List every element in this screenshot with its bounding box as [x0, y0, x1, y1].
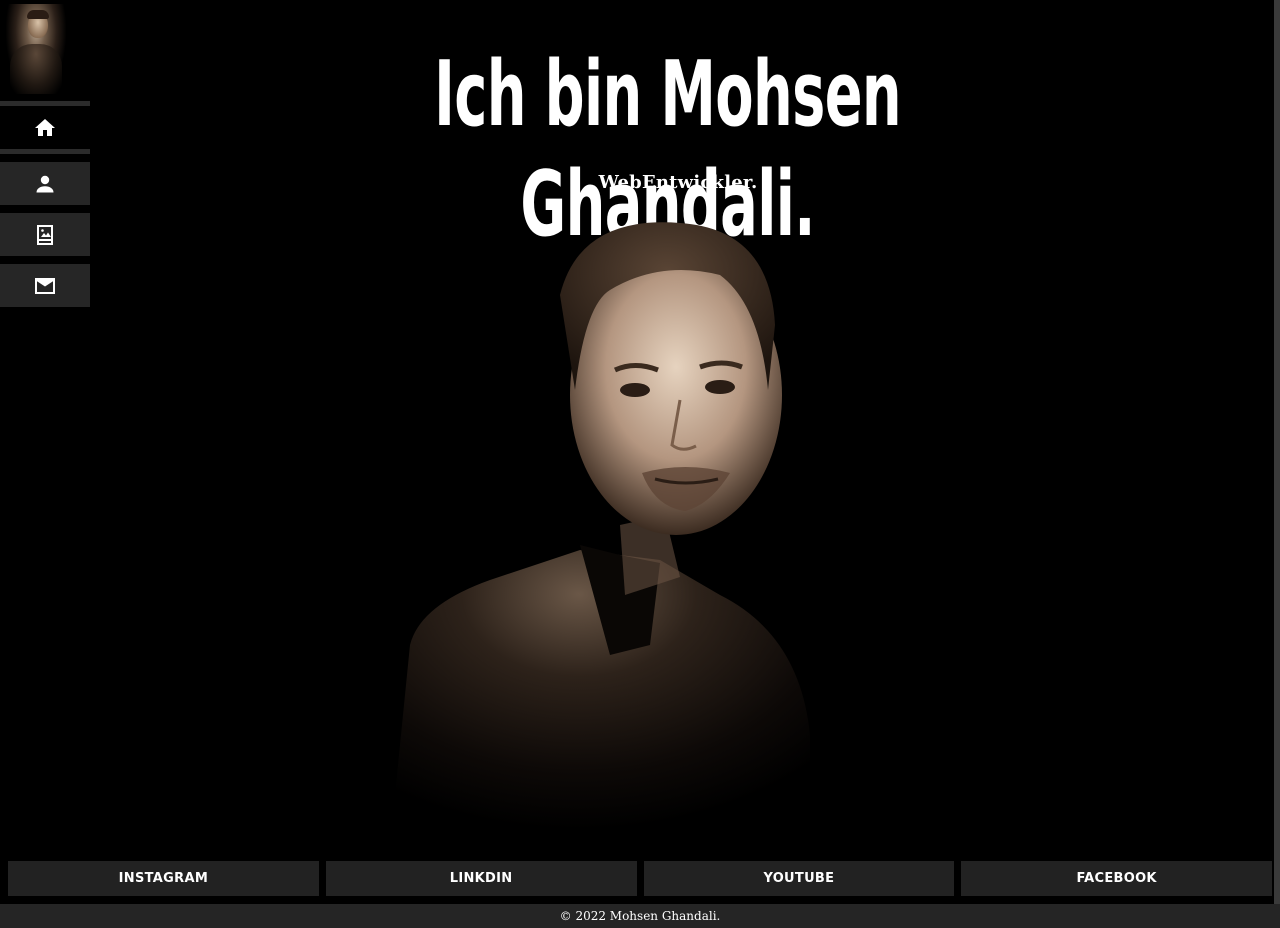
gallery-icon: [37, 224, 53, 245]
nav-portfolio[interactable]: [0, 213, 90, 256]
linkedin-link[interactable]: LINKDIN: [325, 861, 637, 896]
avatar[interactable]: [6, 4, 66, 94]
nav-contact[interactable]: [0, 264, 90, 307]
footer: © 2022 Mohsen Ghandali.: [0, 904, 1280, 928]
instagram-link[interactable]: INSTAGRAM: [8, 861, 319, 896]
nav-divider: [0, 149, 90, 154]
avatar-hair: [27, 10, 49, 19]
portrait-eye-left: [620, 383, 650, 397]
home-icon: [35, 118, 55, 136]
social-links: INSTAGRAM LINKDIN YOUTUBE FACEBOOK: [8, 861, 1272, 896]
copyright-text: © 2022 Mohsen Ghandali.: [559, 909, 721, 923]
avatar-jacket: [10, 44, 62, 94]
portrait-image: [390, 222, 810, 845]
facebook-link[interactable]: FACEBOOK: [961, 861, 1272, 896]
mail-icon: [35, 277, 55, 294]
portrait-eye-right: [705, 380, 735, 394]
scrollbar[interactable]: [1274, 0, 1280, 904]
nav-home[interactable]: [0, 106, 90, 149]
youtube-link[interactable]: YOUTUBE: [643, 861, 955, 896]
page-subtitle: WebEntwickler.: [598, 172, 758, 193]
